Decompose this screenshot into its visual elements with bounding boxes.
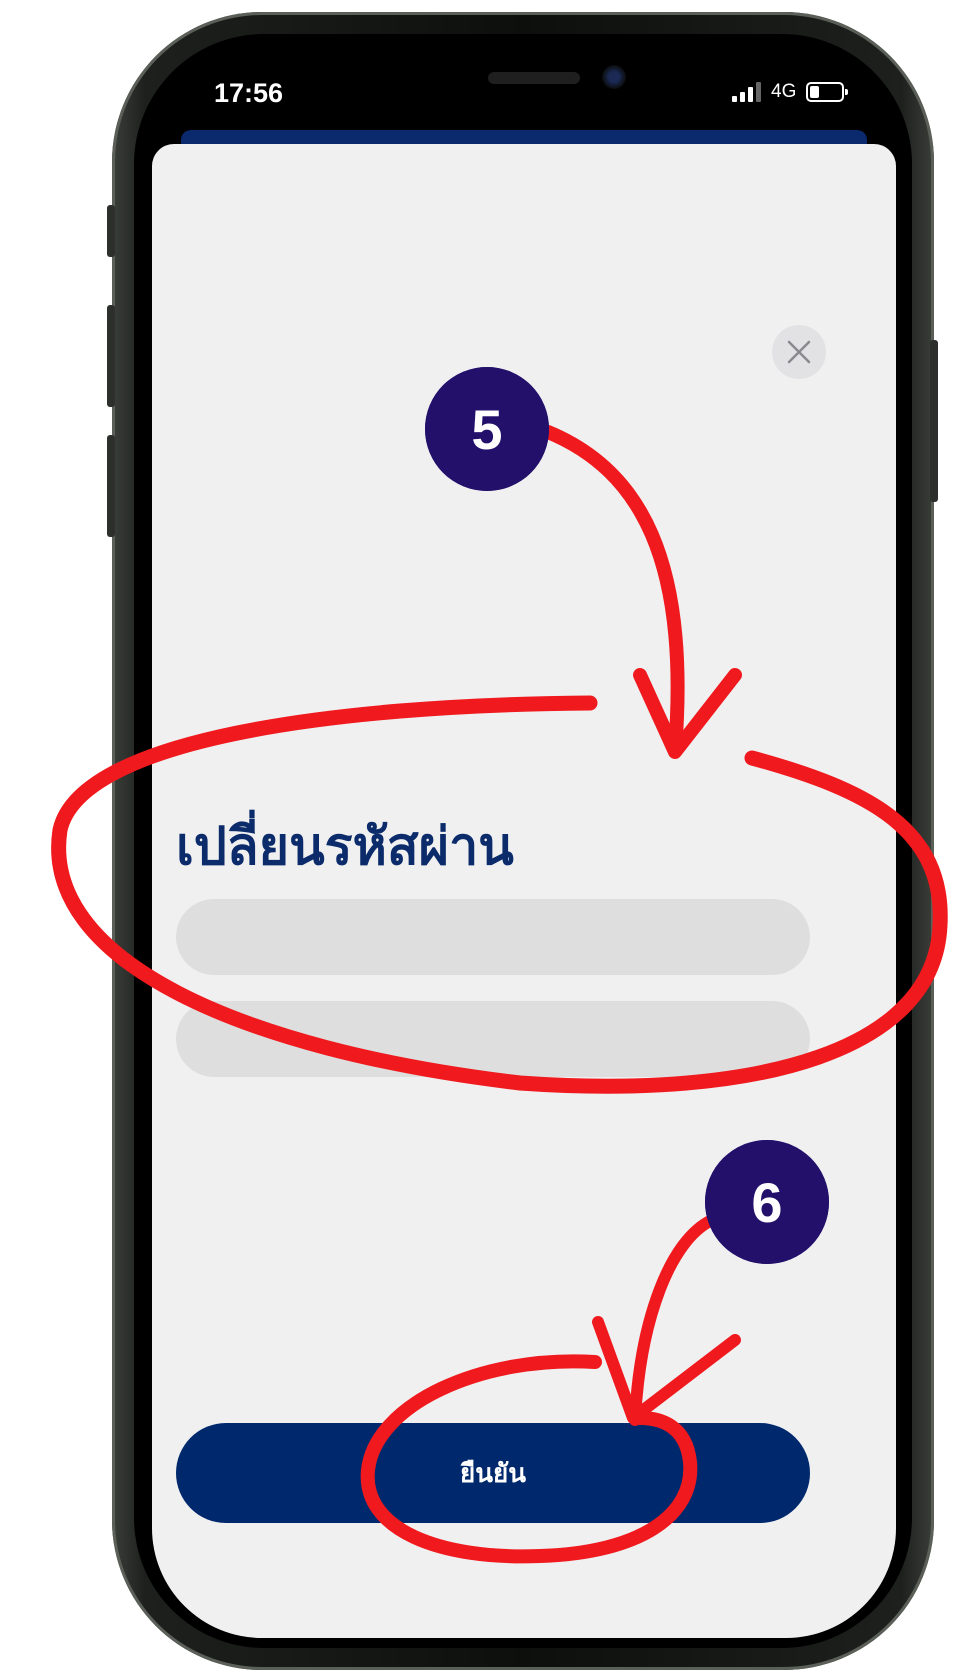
signal-icon: [732, 82, 761, 102]
close-button[interactable]: [772, 325, 826, 379]
new-password-field[interactable]: [176, 899, 810, 975]
front-camera: [602, 65, 626, 89]
network-type: 4G: [771, 81, 797, 102]
status-bar: 17:56 4G: [152, 44, 896, 144]
change-password-sheet: เปลี่ยนรหัสผ่าน ยืนยัน: [152, 144, 896, 1638]
step-badge: 6: [705, 1140, 829, 1264]
phone-screen: 17:56 4G เปลี่ยนรหัสผ่าน ยืนยัน: [152, 44, 896, 1638]
battery-icon: [806, 82, 849, 102]
confirm-password-field[interactable]: [176, 1001, 810, 1077]
volume-up-button: [107, 305, 115, 407]
power-button: [930, 340, 938, 502]
page-title: เปลี่ยนรหัสผ่าน: [176, 818, 514, 876]
volume-down-button: [107, 435, 115, 537]
status-time: 17:56: [214, 78, 284, 108]
step-badge: 5: [425, 367, 549, 491]
status-indicators: 4G: [732, 80, 849, 104]
close-icon: [787, 340, 811, 364]
silent-switch: [107, 205, 115, 257]
confirm-button[interactable]: ยืนยัน: [176, 1423, 810, 1523]
earpiece-speaker: [488, 72, 580, 84]
